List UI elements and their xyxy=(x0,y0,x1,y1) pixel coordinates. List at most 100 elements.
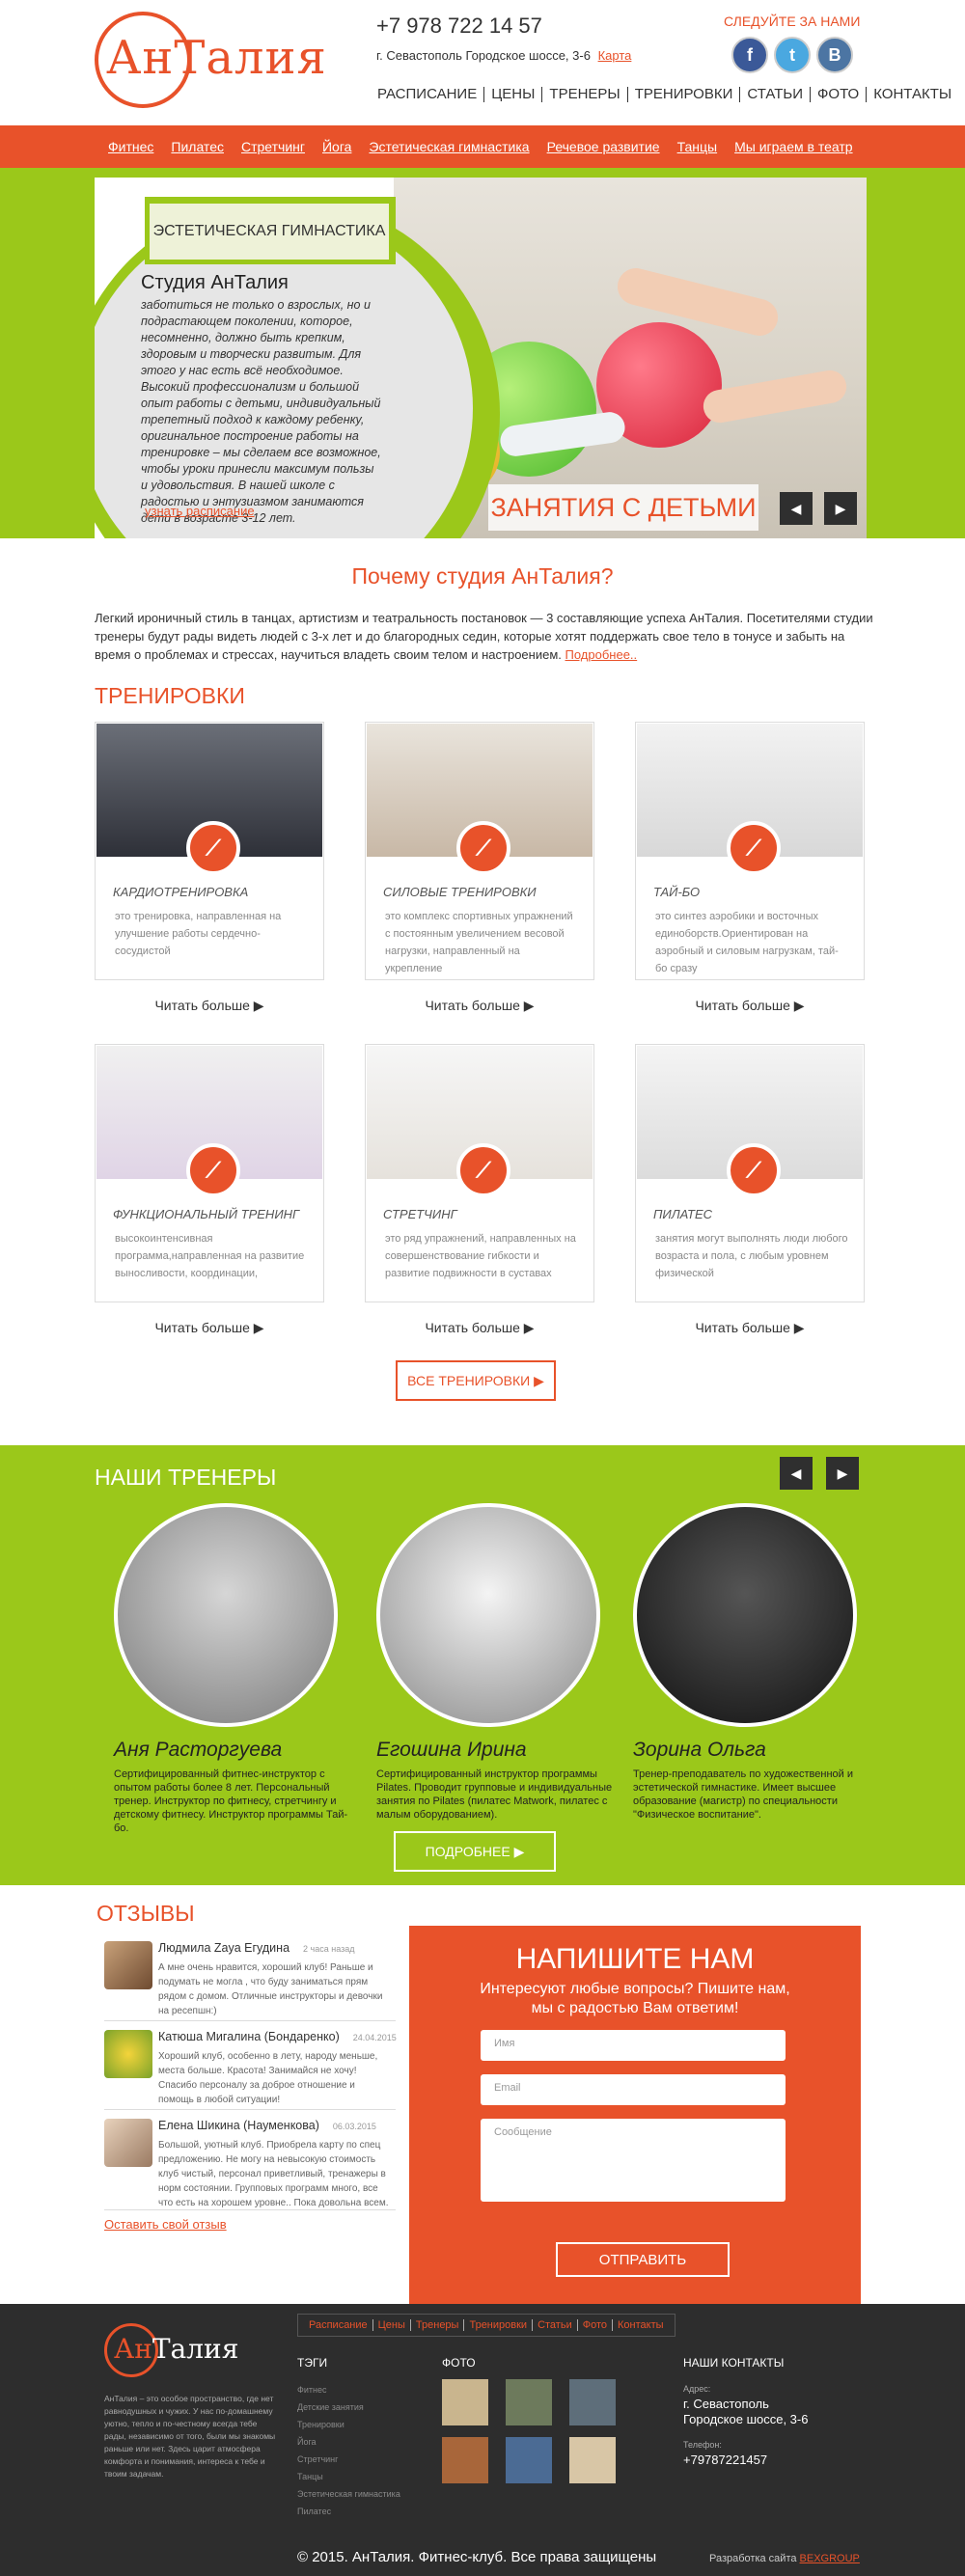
read-more-link[interactable]: Читать больше ▶ xyxy=(95,1320,324,1336)
phone-number: +7 978 722 14 57 xyxy=(376,14,542,38)
category-pilates[interactable]: Пилатес xyxy=(171,139,224,154)
trainers-title: НАШИ ТРЕНЕРЫ xyxy=(95,1465,277,1490)
photo-thumb[interactable] xyxy=(569,2379,616,2425)
trainer-card[interactable]: Егошина Ирина Сертифицированный инструкт… xyxy=(376,1503,618,1822)
tag-link[interactable]: Танцы xyxy=(297,2468,400,2485)
tag-link[interactable]: Фитнес xyxy=(297,2381,400,2398)
tag-link[interactable]: Детские занятия xyxy=(297,2398,400,2416)
slider-next-button[interactable]: ▶ xyxy=(824,492,857,525)
map-link[interactable]: Карта xyxy=(598,48,632,63)
read-more-link[interactable]: Читать больше ▶ xyxy=(635,998,865,1014)
trainer-desc: Тренер-преподаватель по художественной и… xyxy=(633,1768,853,1821)
category-theatre[interactable]: Мы играем в театр xyxy=(734,139,852,154)
category-fitness[interactable]: Фитнес xyxy=(108,139,153,154)
footer-logo-part1: Ан xyxy=(114,2333,152,2365)
review-item: Людмила Zaya Егудина 2 часа назад А мне о… xyxy=(104,1941,394,2016)
footer-nav-item[interactable]: Расписание xyxy=(304,2319,373,2331)
trainers-next-button[interactable]: ▶ xyxy=(826,1457,859,1490)
nav-item-photo[interactable]: ФОТО xyxy=(811,87,868,102)
training-card-pilates[interactable]: ⟋ ПИЛАТЕС занятия могут выполнять люди л… xyxy=(635,1044,865,1302)
nav-item-trainings[interactable]: ТРЕНИРОВКИ xyxy=(628,87,741,102)
avatar xyxy=(104,1941,152,1989)
review-text: Большой, уютный клуб. Приобрела карту по… xyxy=(158,2140,389,2208)
review-time: 24.04.2015 xyxy=(352,2033,397,2042)
name-field[interactable]: Имя xyxy=(481,2030,786,2061)
address-line: г. Севастополь xyxy=(683,2397,769,2411)
footer-nav-item[interactable]: Фото xyxy=(578,2319,613,2331)
trainers-prev-button[interactable]: ◀ xyxy=(780,1457,813,1490)
developer-label: Разработка сайта xyxy=(709,2553,797,2564)
twitter-icon[interactable]: t xyxy=(774,37,811,73)
training-card-taebo[interactable]: ⟋ ТАЙ-БО это синтез аэробики и восточных… xyxy=(635,722,865,980)
email-field[interactable]: Email xyxy=(481,2074,786,2105)
hero-caption: ЗАНЯТИЯ С ДЕТЬМИ xyxy=(488,484,758,531)
read-more-link[interactable]: Читать больше ▶ xyxy=(635,1320,865,1336)
training-card-stretching[interactable]: ⟋ СТРЕТЧИНГ это ряд упражнений, направле… xyxy=(365,1044,594,1302)
review-author-name: Елена Шикина (Науменкова) xyxy=(158,2119,319,2132)
read-more-link[interactable]: Читать больше ▶ xyxy=(95,998,324,1014)
training-card-cardio[interactable]: ⟋ КАРДИОТРЕНИРОВКА это тренировка, напра… xyxy=(95,722,324,980)
read-more-link[interactable]: Читать больше ▶ xyxy=(365,1320,594,1336)
trainer-card[interactable]: Аня Расторгуева Сертифицированный фитнес… xyxy=(114,1503,355,1835)
photo-thumb[interactable] xyxy=(506,2379,552,2425)
review-text: Хороший клуб, особенно в лету, народу ме… xyxy=(158,2051,378,2105)
nav-item-trainers[interactable]: ТРЕНЕРЫ xyxy=(542,87,628,102)
nav-item-contacts[interactable]: КОНТАКТЫ xyxy=(867,87,958,102)
schedule-link[interactable]: узнать расписание xyxy=(145,504,255,518)
training-icon: ⟋ xyxy=(186,1143,240,1197)
nav-item-articles[interactable]: СТАТЬИ xyxy=(740,87,811,102)
footer-about: АнТалия – это особое пространство, где н… xyxy=(104,2394,276,2479)
category-dance[interactable]: Танцы xyxy=(677,139,718,154)
category-yoga[interactable]: Йога xyxy=(322,139,351,154)
footer-nav-item[interactable]: Цены xyxy=(373,2319,411,2331)
tag-link[interactable]: Тренировки xyxy=(297,2416,400,2433)
slider-prev-button[interactable]: ◀ xyxy=(780,492,813,525)
nav-item-prices[interactable]: ЦЕНЫ xyxy=(484,87,543,102)
trainer-photo xyxy=(633,1503,857,1727)
trainers-more-button[interactable]: ПОДРОБНЕЕ ▶ xyxy=(394,1831,556,1872)
trainer-name: Зорина Ольга xyxy=(633,1739,766,1761)
tag-link[interactable]: Эстетическая гимнастика xyxy=(297,2485,400,2503)
message-field[interactable]: Сообщение xyxy=(481,2119,786,2202)
developer-credit: Разработка сайта BEXGROUP xyxy=(709,2553,860,2564)
photo-thumb[interactable] xyxy=(442,2437,488,2483)
category-aesthetic-gymnastics[interactable]: Эстетическая гимнастика xyxy=(369,139,529,154)
training-card-functional[interactable]: ⟋ ФУНКЦИОНАЛЬНЫЙ ТРЕНИНГ высокоинтенсивн… xyxy=(95,1044,324,1302)
footer-nav-item[interactable]: Тренеры xyxy=(411,2319,465,2331)
logo[interactable]: АнТалия xyxy=(95,12,336,108)
tag-link[interactable]: Пилатес xyxy=(297,2503,400,2520)
social-links: f t B xyxy=(731,37,853,73)
photo-thumb[interactable] xyxy=(506,2437,552,2483)
top-nav: РАСПИСАНИЕ ЦЕНЫ ТРЕНЕРЫ ТРЕНИРОВКИ СТАТЬ… xyxy=(371,87,958,102)
footer-nav-item[interactable]: Контакты xyxy=(613,2319,669,2331)
submit-button[interactable]: ОТПРАВИТЬ xyxy=(556,2242,730,2277)
header: АнТалия +7 978 722 14 57 г. Севастополь … xyxy=(0,0,965,125)
tag-link[interactable]: Стретчинг xyxy=(297,2451,400,2468)
tag-link[interactable]: Йога xyxy=(297,2433,400,2451)
footer-nav-item[interactable]: Тренировки xyxy=(464,2319,534,2331)
footer-nav-item[interactable]: Статьи xyxy=(533,2319,578,2331)
review-text: А мне очень нравится, хороший клуб! Рань… xyxy=(158,1962,383,2016)
avatar xyxy=(104,2119,152,2167)
review-author: Елена Шикина (Науменкова) 06.03.2015 xyxy=(158,2119,376,2132)
category-speech[interactable]: Речевое развитие xyxy=(547,139,660,154)
training-desc: это ряд упражнений, направленных на сове… xyxy=(385,1233,576,1279)
facebook-icon[interactable]: f xyxy=(731,37,768,73)
developer-link[interactable]: BEXGROUP xyxy=(800,2553,860,2564)
reviews-title: ОТЗЫВЫ xyxy=(96,1901,195,1926)
photo-thumb[interactable] xyxy=(569,2437,616,2483)
footer-phone: +79787221457 xyxy=(683,2453,768,2467)
nav-item-schedule[interactable]: РАСПИСАНИЕ xyxy=(371,87,485,102)
category-stretching[interactable]: Стретчинг xyxy=(241,139,305,154)
read-more-link[interactable]: Читать больше ▶ xyxy=(365,998,594,1014)
photo-thumb[interactable] xyxy=(442,2379,488,2425)
all-trainings-button[interactable]: ВСЕ ТРЕНИРОВКИ ▶ xyxy=(396,1360,556,1401)
leave-review-link[interactable]: Оставить свой отзыв xyxy=(104,2217,227,2232)
why-more-link[interactable]: Подробнее.. xyxy=(565,647,638,662)
trainer-card[interactable]: Зорина Ольга Тренер-преподаватель по худ… xyxy=(633,1503,874,1822)
address-line: Городское шоссе, 3-6 xyxy=(683,2412,809,2426)
form-subtitle: Интересуют любые вопросы? Пишите нам, мы… xyxy=(480,1981,790,2016)
vk-icon[interactable]: B xyxy=(816,37,853,73)
footer-logo[interactable]: АнТалия xyxy=(104,2323,249,2381)
training-card-strength[interactable]: ⟋ СИЛОВЫЕ ТРЕНИРОВКИ это комплекс спорти… xyxy=(365,722,594,980)
